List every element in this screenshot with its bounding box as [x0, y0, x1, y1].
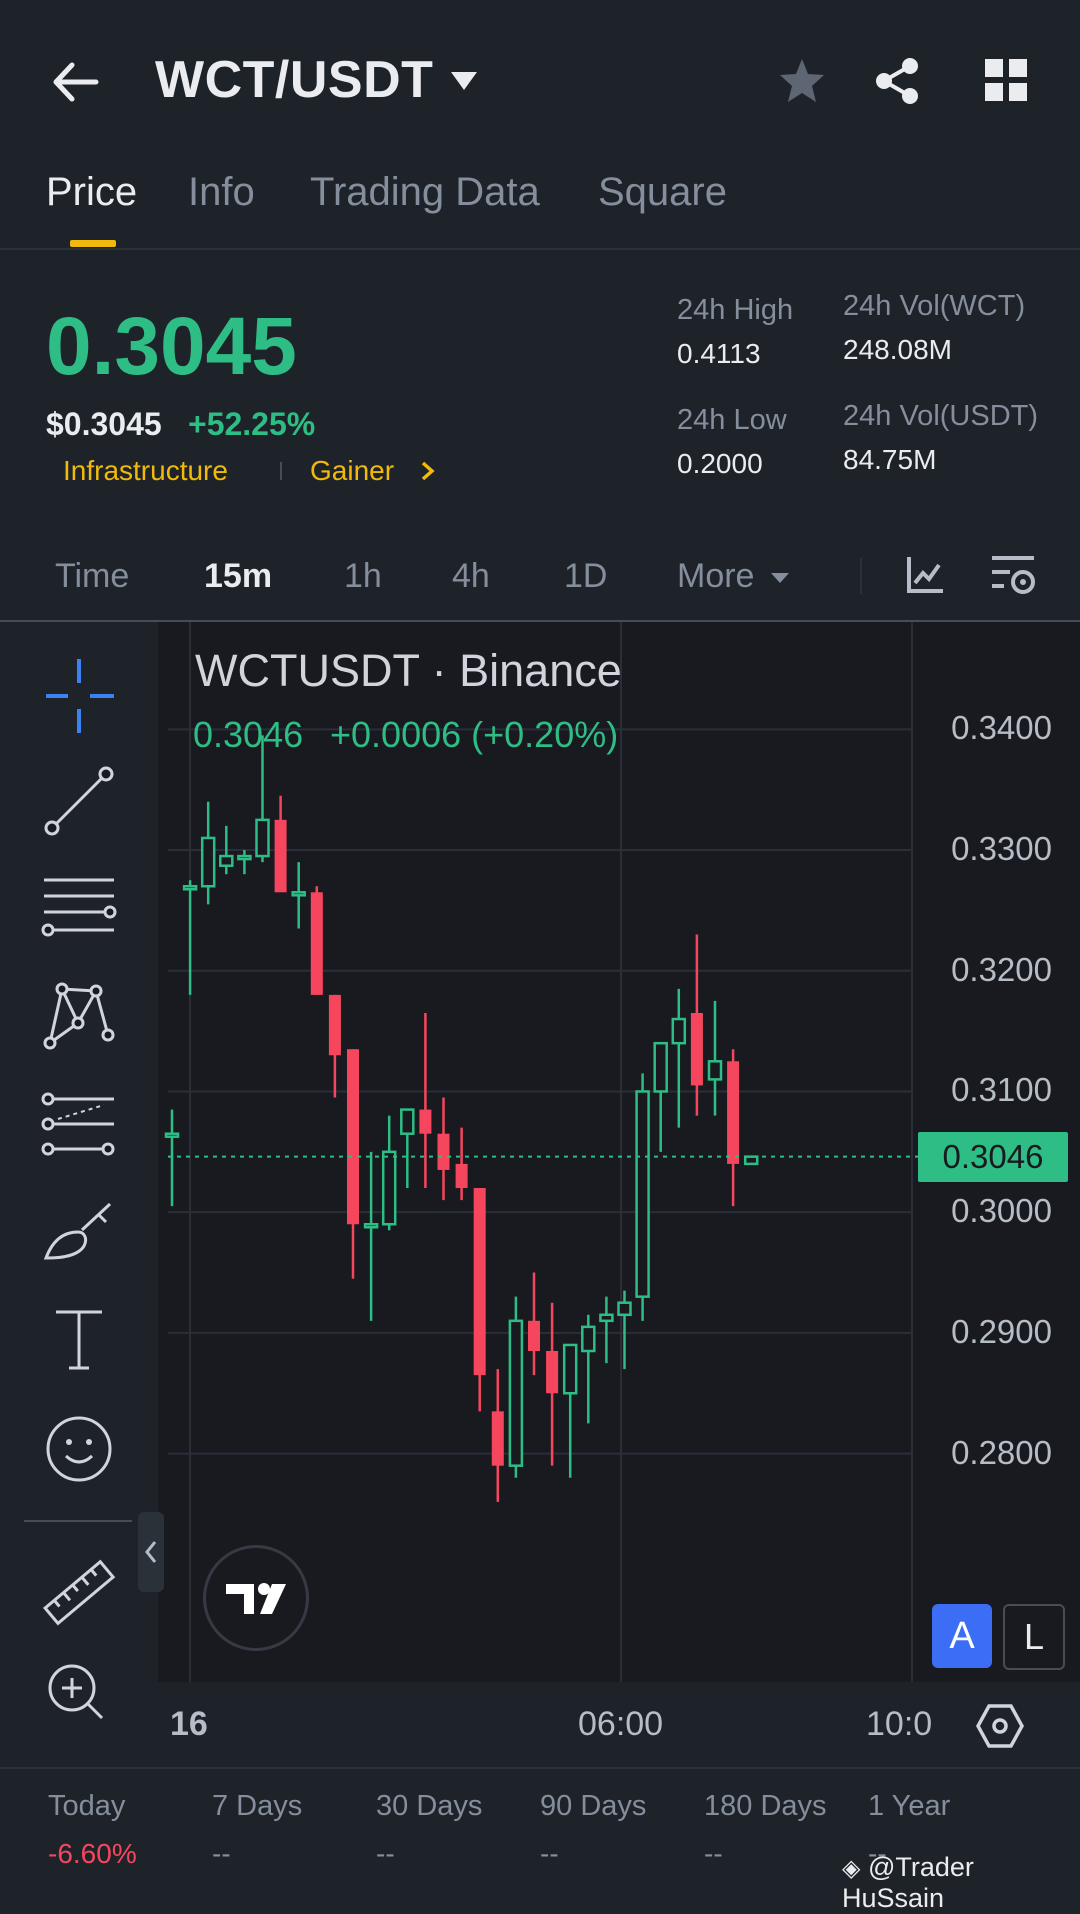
perf-value-7d: --: [212, 1838, 231, 1869]
tradingview-icon: [226, 1583, 286, 1614]
horizontal-lines-icon: [41, 878, 117, 937]
candle: [528, 1272, 540, 1376]
ruler-icon: [43, 1559, 116, 1626]
candle: [455, 1127, 468, 1201]
perf-value-today: -6.60%: [48, 1838, 137, 1869]
pattern-icon: [43, 982, 115, 1050]
perf-label-7d: 7 Days: [212, 1790, 303, 1822]
candle: [400, 1108, 415, 1189]
binance-square-icon: ◈: [842, 1855, 861, 1882]
crosshair-tool[interactable]: [38, 655, 120, 737]
perf-label-today: Today: [48, 1790, 126, 1822]
y-axis-label: 0.2800: [951, 1433, 1052, 1471]
chart-ohlc-price: 0.3046: [193, 714, 304, 755]
log-scale-button[interactable]: L: [1003, 1604, 1065, 1670]
candle: [347, 1049, 359, 1279]
candle: [546, 1302, 559, 1466]
y-axis-label: 0.3000: [951, 1192, 1052, 1230]
watermark: ◈ @Trader HuSsain: [842, 1852, 1080, 1914]
perf-value-30d: --: [376, 1838, 395, 1869]
y-axis-label: 0.3100: [951, 1071, 1052, 1109]
candle: [508, 1296, 524, 1478]
zoom-in-tool[interactable]: [38, 1660, 120, 1720]
candle: [419, 1013, 432, 1189]
candle: [562, 1343, 578, 1478]
smiley-icon: [46, 1416, 112, 1482]
brush-icon: [43, 1202, 112, 1260]
brush-tool[interactable]: [38, 1192, 120, 1274]
hexagon-settings-icon: [976, 1704, 1024, 1748]
collapse-toolbar-button[interactable]: [138, 1512, 164, 1592]
candle: [437, 1097, 450, 1201]
candle: [237, 850, 252, 875]
chart-symbol: WCTUSDT · Binance: [195, 645, 622, 696]
perf-label-1y: 1 Year: [868, 1790, 951, 1822]
candle: [690, 934, 703, 1116]
candle: [491, 1369, 504, 1502]
y-axis-label: 0.3300: [951, 830, 1052, 868]
emoji-tool[interactable]: [38, 1408, 120, 1490]
y-axis-label: 0.3400: [951, 709, 1052, 747]
candle: [473, 1188, 486, 1412]
x-axis-label: 16: [170, 1705, 208, 1743]
horizontal-lines-tool[interactable]: [38, 868, 120, 950]
candle: [200, 801, 216, 905]
y-axis-label: 0.3200: [951, 950, 1052, 988]
candle: [599, 1296, 614, 1364]
candle: [381, 1115, 397, 1231]
trend-line-icon: [44, 766, 114, 836]
chart-ohlc-change: +0.0006 (+0.20%): [330, 714, 619, 755]
perf-label-90d: 90 Days: [540, 1790, 647, 1822]
zoom-in-icon: [48, 1664, 104, 1720]
fib-tool[interactable]: [38, 1083, 120, 1165]
watermark-text: @Trader HuSsain: [842, 1852, 974, 1913]
x-axis-label: 06:00: [578, 1705, 664, 1743]
auto-scale-button[interactable]: A: [932, 1604, 992, 1668]
text-tool[interactable]: [38, 1298, 120, 1380]
candle: [743, 1155, 759, 1166]
perf-label-180d: 180 Days: [704, 1790, 827, 1822]
candle: [671, 988, 687, 1128]
x-axis-label: 10:0: [866, 1705, 933, 1743]
candle: [164, 1109, 180, 1207]
pattern-tool[interactable]: [38, 975, 120, 1057]
y-axis-label: 0.2900: [951, 1312, 1052, 1350]
toolbar-divider: [24, 1520, 132, 1522]
candle: [274, 795, 287, 893]
ruler-tool[interactable]: [38, 1553, 120, 1635]
bottom-divider: [0, 1767, 1080, 1769]
perf-value-90d: --: [540, 1838, 559, 1869]
fib-retracement-icon: [41, 1092, 115, 1156]
candle: [182, 880, 198, 995]
trend-line-tool[interactable]: [38, 760, 120, 842]
candle: [635, 1073, 650, 1321]
candle: [310, 886, 323, 995]
chevron-left-icon: [145, 1541, 157, 1563]
candle: [727, 1049, 740, 1207]
candle: [581, 1314, 596, 1424]
current-price-tag: 0.3046: [918, 1131, 1068, 1182]
tradingview-logo[interactable]: [203, 1545, 309, 1651]
candle: [291, 862, 306, 929]
text-icon: [56, 1310, 102, 1370]
candlestick-chart[interactable]: [0, 0, 1080, 1892]
candle: [363, 1151, 379, 1321]
perf-label-30d: 30 Days: [376, 1790, 483, 1822]
candle: [328, 994, 341, 1098]
crosshair-icon: [46, 659, 114, 733]
candle: [653, 1041, 668, 1152]
chart-settings-hex-button[interactable]: [975, 1702, 1025, 1755]
candle: [707, 1000, 723, 1116]
perf-value-180d: --: [704, 1838, 723, 1869]
